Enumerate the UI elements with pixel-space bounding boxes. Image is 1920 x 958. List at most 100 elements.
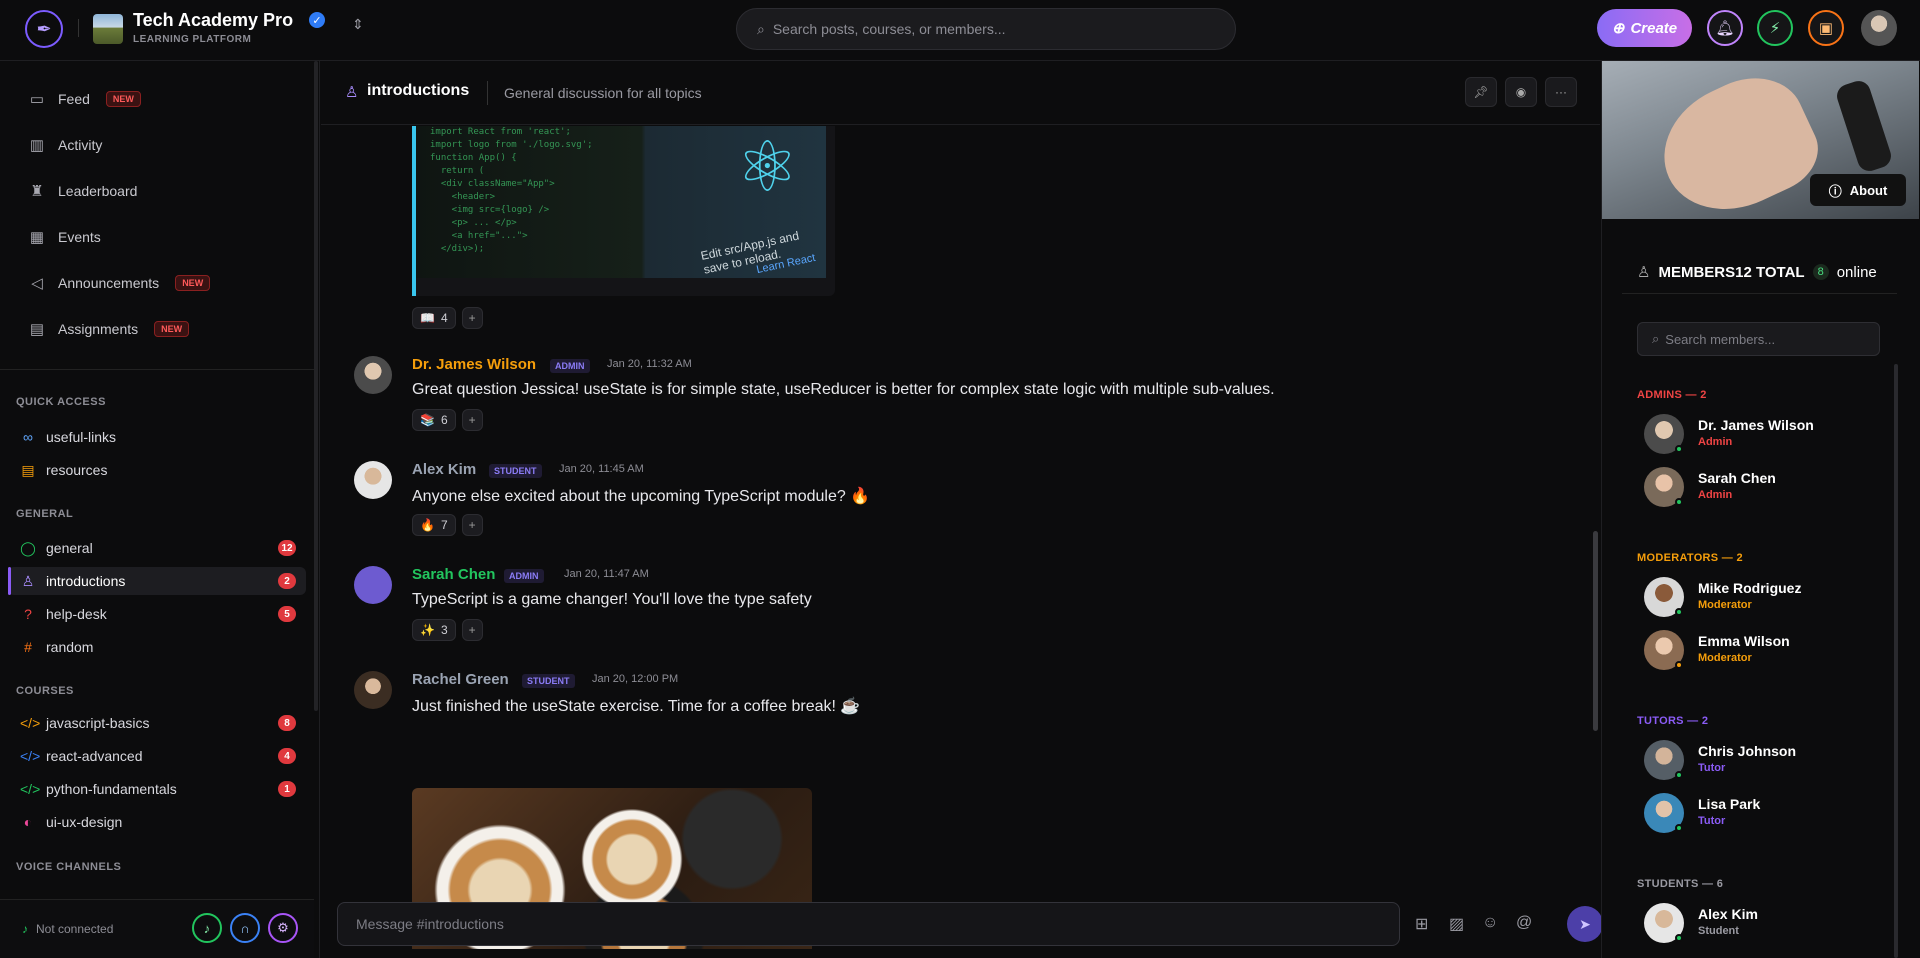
voice-status: ♪ Not connected	[22, 922, 113, 936]
channel-help-desk[interactable]: ? help-desk 5	[8, 600, 306, 628]
channel-useful-links[interactable]: ∞ useful-links	[8, 423, 306, 451]
settings-gear-icon[interactable]: ⚙	[268, 913, 298, 943]
more-options-icon[interactable]: ···	[1545, 77, 1577, 107]
add-reaction-button[interactable]: +	[461, 514, 483, 536]
nav-events[interactable]: ▦ Events	[28, 228, 101, 246]
member-item[interactable]: Mike Rodriguez Moderator	[1644, 577, 1894, 621]
members-header: ♙ MEMBERS12 TOTAL 8 online	[1637, 263, 1877, 282]
nav-label: Leaderboard	[58, 183, 138, 199]
community-name[interactable]: Tech Academy Pro	[133, 10, 293, 31]
nav-feed[interactable]: ▭ Feed NEW	[28, 90, 141, 108]
author-avatar[interactable]	[354, 671, 392, 709]
eye-icon[interactable]: ◉	[1505, 77, 1537, 107]
reaction-chip[interactable]: 🔥 7	[412, 514, 456, 536]
about-button[interactable]: ⓘ About	[1810, 174, 1906, 206]
role-badge: STUDENT	[522, 674, 575, 688]
create-button[interactable]: ⊕ Create	[1597, 9, 1692, 47]
channel-javascript-basics[interactable]: </> javascript-basics 8	[8, 709, 306, 737]
notifications-bell-icon[interactable]: 🔔︎	[1707, 10, 1743, 46]
banner-photo	[1643, 61, 1831, 219]
user-avatar[interactable]	[1861, 10, 1897, 46]
new-badge: NEW	[105, 91, 141, 107]
channel-label: react-advanced	[46, 748, 143, 764]
megaphone-icon: ◁	[31, 275, 43, 292]
member-name: Mike Rodriguez	[1698, 580, 1802, 596]
member-item[interactable]: Emma Wilson Moderator	[1644, 630, 1894, 674]
channel-general[interactable]: ◯ general 12	[8, 534, 306, 562]
channel-react-advanced[interactable]: </> react-advanced 4	[8, 742, 306, 770]
trophy-icon: ♜	[30, 183, 44, 200]
member-role: Admin	[1698, 436, 1733, 448]
image-icon[interactable]: ▨	[1449, 914, 1464, 934]
emoji-icon[interactable]: ☺	[1482, 914, 1498, 932]
gift-icon[interactable]: ⊞	[1415, 914, 1428, 934]
member-name: Dr. James Wilson	[1698, 417, 1814, 433]
community-switcher-icon[interactable]: ⇕	[352, 16, 364, 33]
mention-icon[interactable]: @	[1516, 914, 1532, 932]
sidebar-scrollbar[interactable]	[314, 61, 318, 711]
pin-icon[interactable]: 📌︎	[1465, 77, 1497, 107]
nav-announcements[interactable]: ◁ Announcements NEW	[28, 274, 211, 292]
status-dot	[1675, 934, 1683, 942]
member-item[interactable]: Chris Johnson Tutor	[1644, 740, 1894, 784]
reaction-chip[interactable]: ✨ 3	[412, 619, 456, 641]
reaction-chip[interactable]: 📖 4	[412, 307, 456, 329]
feed-scrollbar[interactable]	[1593, 531, 1598, 731]
app-logo-icon[interactable]: ✒	[25, 10, 63, 48]
code-screenshot-attachment[interactable]: import React from 'react'; import logo fr…	[412, 126, 835, 296]
user-icon: ♙	[345, 84, 359, 101]
author-avatar[interactable]	[354, 461, 392, 499]
activity-icon: ▥	[29, 137, 45, 154]
author-name[interactable]: Rachel Green	[412, 671, 509, 688]
headphones-icon[interactable]: ∩	[230, 913, 260, 943]
author-avatar[interactable]	[354, 566, 392, 604]
message-text: Anyone else excited about the upcoming T…	[412, 488, 871, 505]
add-reaction-button[interactable]: +	[461, 307, 483, 329]
nav-leaderboard[interactable]: ♜ Leaderboard	[28, 182, 137, 200]
status-dot	[1675, 824, 1683, 832]
member-item[interactable]: Dr. James Wilson Admin	[1644, 414, 1894, 458]
author-avatar[interactable]	[354, 356, 392, 394]
status-dot	[1675, 608, 1683, 616]
reaction-emoji: 📖	[420, 311, 435, 325]
verified-icon: ✓	[309, 12, 325, 28]
mic-toggle-icon[interactable]: ♪	[192, 913, 222, 943]
channel-random[interactable]: # random	[8, 633, 306, 661]
channel-title: introductions	[367, 82, 470, 99]
member-name: Chris Johnson	[1698, 743, 1797, 759]
author-name[interactable]: Sarah Chen	[412, 566, 495, 583]
member-item[interactable]: Lisa Park Tutor	[1644, 793, 1894, 837]
messenger-icon[interactable]: ⚡︎	[1757, 10, 1793, 46]
message-input[interactable]: Message #introductions	[337, 902, 1400, 946]
channel-resources[interactable]: ▤ resources	[8, 456, 306, 484]
user-icon: ♙	[21, 572, 35, 589]
reaction-bar: ✨ 3 +	[412, 619, 483, 641]
reaction-chip[interactable]: 📚 6	[412, 409, 456, 431]
members-scrollbar[interactable]	[1894, 364, 1898, 958]
community-thumbnail[interactable]	[93, 14, 123, 44]
status-dot	[1675, 445, 1683, 453]
author-name[interactable]: Dr. James Wilson	[412, 356, 536, 373]
unread-count: 2	[278, 573, 296, 589]
nav-assignments[interactable]: ▤ Assignments NEW	[28, 320, 190, 338]
hash-icon: #	[24, 639, 32, 655]
author-name[interactable]: Alex Kim	[412, 461, 476, 478]
channel-introductions[interactable]: ♙ introductions 2	[8, 567, 306, 595]
new-badge: NEW	[175, 275, 211, 291]
add-reaction-button[interactable]: +	[461, 619, 483, 641]
member-name: Lisa Park	[1698, 796, 1761, 812]
member-item[interactable]: Sarah Chen Admin	[1644, 467, 1894, 511]
member-search-input[interactable]: ⌕ Search members...	[1637, 322, 1880, 356]
send-icon[interactable]: ➤	[1567, 906, 1603, 942]
channel-python-fundamentals[interactable]: </> python-fundamentals 1	[8, 775, 306, 803]
global-search-input[interactable]: ⌕ Search posts, courses, or members...	[736, 8, 1236, 50]
nav-activity[interactable]: ▥ Activity	[28, 136, 102, 154]
add-reaction-button[interactable]: +	[461, 409, 483, 431]
channel-header: ♙ introductions General discussion for a…	[321, 61, 1600, 125]
shopping-bag-icon[interactable]: ▣	[1808, 10, 1844, 46]
member-item[interactable]: Alex Kim Student	[1644, 903, 1894, 947]
channel-ui-ux-design[interactable]: ◐ ui-ux-design	[8, 808, 306, 836]
voice-status-label: Not connected	[36, 922, 114, 936]
left-sidebar: ▭ Feed NEW ▥ Activity ♜ Leaderboard ▦ Events …	[0, 61, 320, 958]
document-icon: ▤	[29, 321, 45, 338]
